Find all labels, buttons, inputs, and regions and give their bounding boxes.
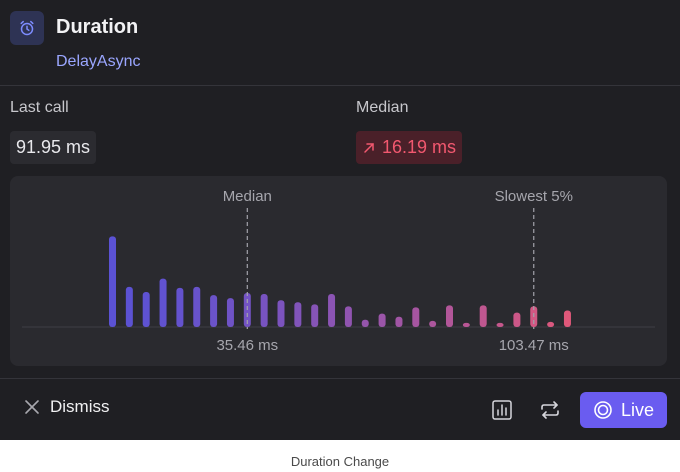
marker-label: Median xyxy=(223,188,272,205)
histogram-bar xyxy=(109,236,116,327)
histogram-bar xyxy=(412,307,420,327)
median-value-badge: 16.19 ms xyxy=(356,131,463,164)
histogram-bar xyxy=(176,287,184,327)
marker-value-label: 103.47 ms xyxy=(499,337,569,354)
histogram-bar xyxy=(277,300,285,327)
histogram-svg: Median 35.46 ms Slowest 5% 103.47 ms xyxy=(22,188,655,354)
panel-header: Duration DelayAsync xyxy=(0,0,680,86)
histogram-bar xyxy=(446,305,453,327)
live-radio-icon xyxy=(594,401,612,419)
bar-chart-icon xyxy=(492,400,512,420)
repeat-button[interactable] xyxy=(537,397,563,423)
median-value: 16.19 ms xyxy=(382,137,457,157)
marker-value-label: 35.46 ms xyxy=(216,337,278,354)
duration-histogram: Median 35.46 ms Slowest 5% 103.47 ms xyxy=(10,176,667,366)
method-name: DelayAsync xyxy=(56,53,141,70)
alarm-clock-icon xyxy=(10,11,44,45)
histogram-bar xyxy=(429,320,437,327)
histogram-bar xyxy=(479,305,487,327)
repeat-icon xyxy=(541,401,559,419)
chart-view-button[interactable] xyxy=(489,397,515,423)
live-label: Live xyxy=(620,399,655,420)
panel-footer: Dismiss Live xyxy=(0,378,680,440)
dismiss-button[interactable]: Dismiss xyxy=(24,397,110,417)
last-call-label: Last call xyxy=(10,99,69,116)
duration-panel: Duration DelayAsync Last call 91.95 ms M… xyxy=(0,0,680,440)
histogram-bar xyxy=(563,310,571,327)
histogram-bar xyxy=(142,291,150,327)
close-icon xyxy=(25,400,39,414)
histogram-bar xyxy=(226,298,234,327)
histogram-bar xyxy=(193,286,201,327)
last-call-value: 91.95 ms xyxy=(10,131,97,164)
histogram-bar xyxy=(125,286,133,327)
histogram-bar xyxy=(159,278,167,327)
histogram-bar xyxy=(547,321,555,327)
histogram-bar xyxy=(311,304,319,327)
marker-label: Slowest 5% xyxy=(495,188,573,205)
histogram-bar xyxy=(294,302,302,327)
histogram-bar xyxy=(344,306,352,327)
histogram-bar xyxy=(378,313,386,327)
arrow-up-right-icon xyxy=(364,142,374,153)
histogram-bar xyxy=(260,294,268,327)
histogram-bar xyxy=(210,295,218,327)
histogram-bar xyxy=(361,319,369,327)
histogram-bar xyxy=(496,322,504,327)
histogram-bar xyxy=(513,312,521,327)
median-label: Median xyxy=(356,99,409,116)
histogram-bar xyxy=(395,316,403,327)
live-button[interactable]: Live xyxy=(580,392,667,428)
histogram-bar xyxy=(462,322,470,327)
dismiss-label: Dismiss xyxy=(50,397,110,416)
image-caption: Duration Change xyxy=(290,454,390,469)
panel-title: Duration xyxy=(56,16,139,38)
histogram-bar xyxy=(328,294,336,327)
